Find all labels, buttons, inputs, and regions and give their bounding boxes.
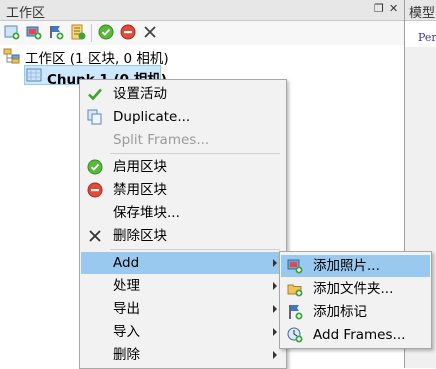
menu-item-label: 导出 bbox=[113, 301, 140, 317]
submenu-item-add-photos[interactable]: 添加照片... bbox=[281, 255, 430, 277]
enable-icon bbox=[87, 159, 103, 175]
menu-item-label: 删除区块 bbox=[113, 228, 167, 244]
delete-icon bbox=[89, 230, 101, 242]
add-frames-icon bbox=[287, 327, 303, 343]
workspace-root-label[interactable]: 工作区 (1 区块, 0 相机) bbox=[25, 47, 169, 67]
menu-item-label: 保存堆块... bbox=[113, 205, 180, 221]
menu-item-process[interactable]: 处理 bbox=[81, 275, 285, 297]
submenu-item-add-marker[interactable]: 添加标记 bbox=[281, 301, 430, 323]
submenu-arrow-icon bbox=[273, 259, 277, 267]
menu-item-set-active[interactable]: 设置活动 bbox=[81, 83, 285, 105]
menu-item-export[interactable]: 导出 bbox=[81, 298, 285, 320]
menu-item-label: Add Frames... bbox=[313, 327, 406, 343]
menu-item-label: 启用区块 bbox=[113, 159, 167, 175]
disable-icon bbox=[87, 182, 103, 198]
menu-item-duplicate[interactable]: Duplicate... bbox=[81, 106, 285, 128]
chunk-icon bbox=[26, 68, 42, 82]
close-icon[interactable]: ✕ bbox=[389, 2, 398, 15]
submenu-item-add-folder[interactable]: 添加文件夹... bbox=[281, 278, 430, 300]
add-photos-icon[interactable] bbox=[26, 24, 42, 40]
menu-item-save-chunk[interactable]: 保存堆块... bbox=[81, 202, 285, 224]
add-folder-icon bbox=[287, 284, 303, 297]
disable-icon[interactable] bbox=[120, 24, 136, 40]
menu-item-label: 处理 bbox=[113, 278, 140, 294]
menu-separator bbox=[110, 153, 280, 154]
checkmark-icon bbox=[88, 88, 102, 101]
menu-item-remove-chunk[interactable]: 删除区块 bbox=[81, 225, 285, 247]
menu-item-label: 设置活动 bbox=[113, 86, 167, 102]
menu-item-label: 禁用区块 bbox=[113, 182, 167, 198]
float-icon[interactable]: ❐ bbox=[374, 2, 384, 15]
batch-icon[interactable] bbox=[70, 24, 86, 40]
menu-item-enable-chunk[interactable]: 启用区块 bbox=[81, 156, 285, 178]
menu-item-label: 删除 bbox=[113, 347, 140, 363]
submenu-arrow-icon bbox=[273, 282, 277, 290]
submenu-arrow-icon bbox=[273, 351, 277, 359]
menu-item-delete[interactable]: 删除 bbox=[81, 344, 285, 366]
enable-icon[interactable] bbox=[98, 24, 114, 40]
menu-item-label: Add bbox=[113, 255, 140, 271]
menu-item-import[interactable]: 导入 bbox=[81, 321, 285, 343]
submenu-item-add-frames[interactable]: Add Frames... bbox=[281, 324, 430, 346]
add-photos-icon bbox=[287, 259, 303, 274]
menu-item-label: Split Frames... bbox=[113, 132, 210, 148]
model-tab[interactable]: 模型 bbox=[405, 0, 436, 21]
submenu-arrow-icon bbox=[273, 328, 277, 336]
menu-item-label: 添加标记 bbox=[313, 304, 367, 320]
menu-item-label: Duplicate... bbox=[113, 109, 191, 125]
model-tab-label: 模型 bbox=[409, 6, 436, 21]
submenu-arrow-icon bbox=[273, 305, 277, 313]
menu-separator bbox=[110, 249, 280, 250]
add-chunk-icon[interactable] bbox=[4, 24, 20, 40]
add-submenu: 添加照片... 添加文件夹... 添加标记 Add Frames... bbox=[279, 251, 432, 349]
menu-item-add[interactable]: Add bbox=[81, 252, 285, 274]
add-marker-icon[interactable] bbox=[48, 24, 64, 40]
workspace-toolbar bbox=[0, 21, 404, 45]
menu-item-label: 添加文件夹... bbox=[313, 281, 394, 297]
model-perspective-text: Per bbox=[418, 31, 436, 44]
chunk-context-menu: 设置活动 Duplicate... Split Frames... 启用区块 禁… bbox=[79, 79, 287, 369]
menu-item-disable-chunk[interactable]: 禁用区块 bbox=[81, 179, 285, 201]
remove-icon[interactable] bbox=[142, 24, 158, 40]
menu-item-label: 导入 bbox=[113, 324, 140, 340]
workspace-icon bbox=[3, 48, 20, 64]
menu-item-split-frames: Split Frames... bbox=[81, 129, 285, 151]
add-marker-icon bbox=[289, 305, 303, 320]
duplicate-icon bbox=[87, 109, 102, 125]
panel-title: 工作区 bbox=[6, 6, 46, 21]
menu-item-label: 添加照片... bbox=[313, 258, 380, 274]
panel-titlebar: 工作区 ❐ ✕ bbox=[0, 0, 404, 21]
